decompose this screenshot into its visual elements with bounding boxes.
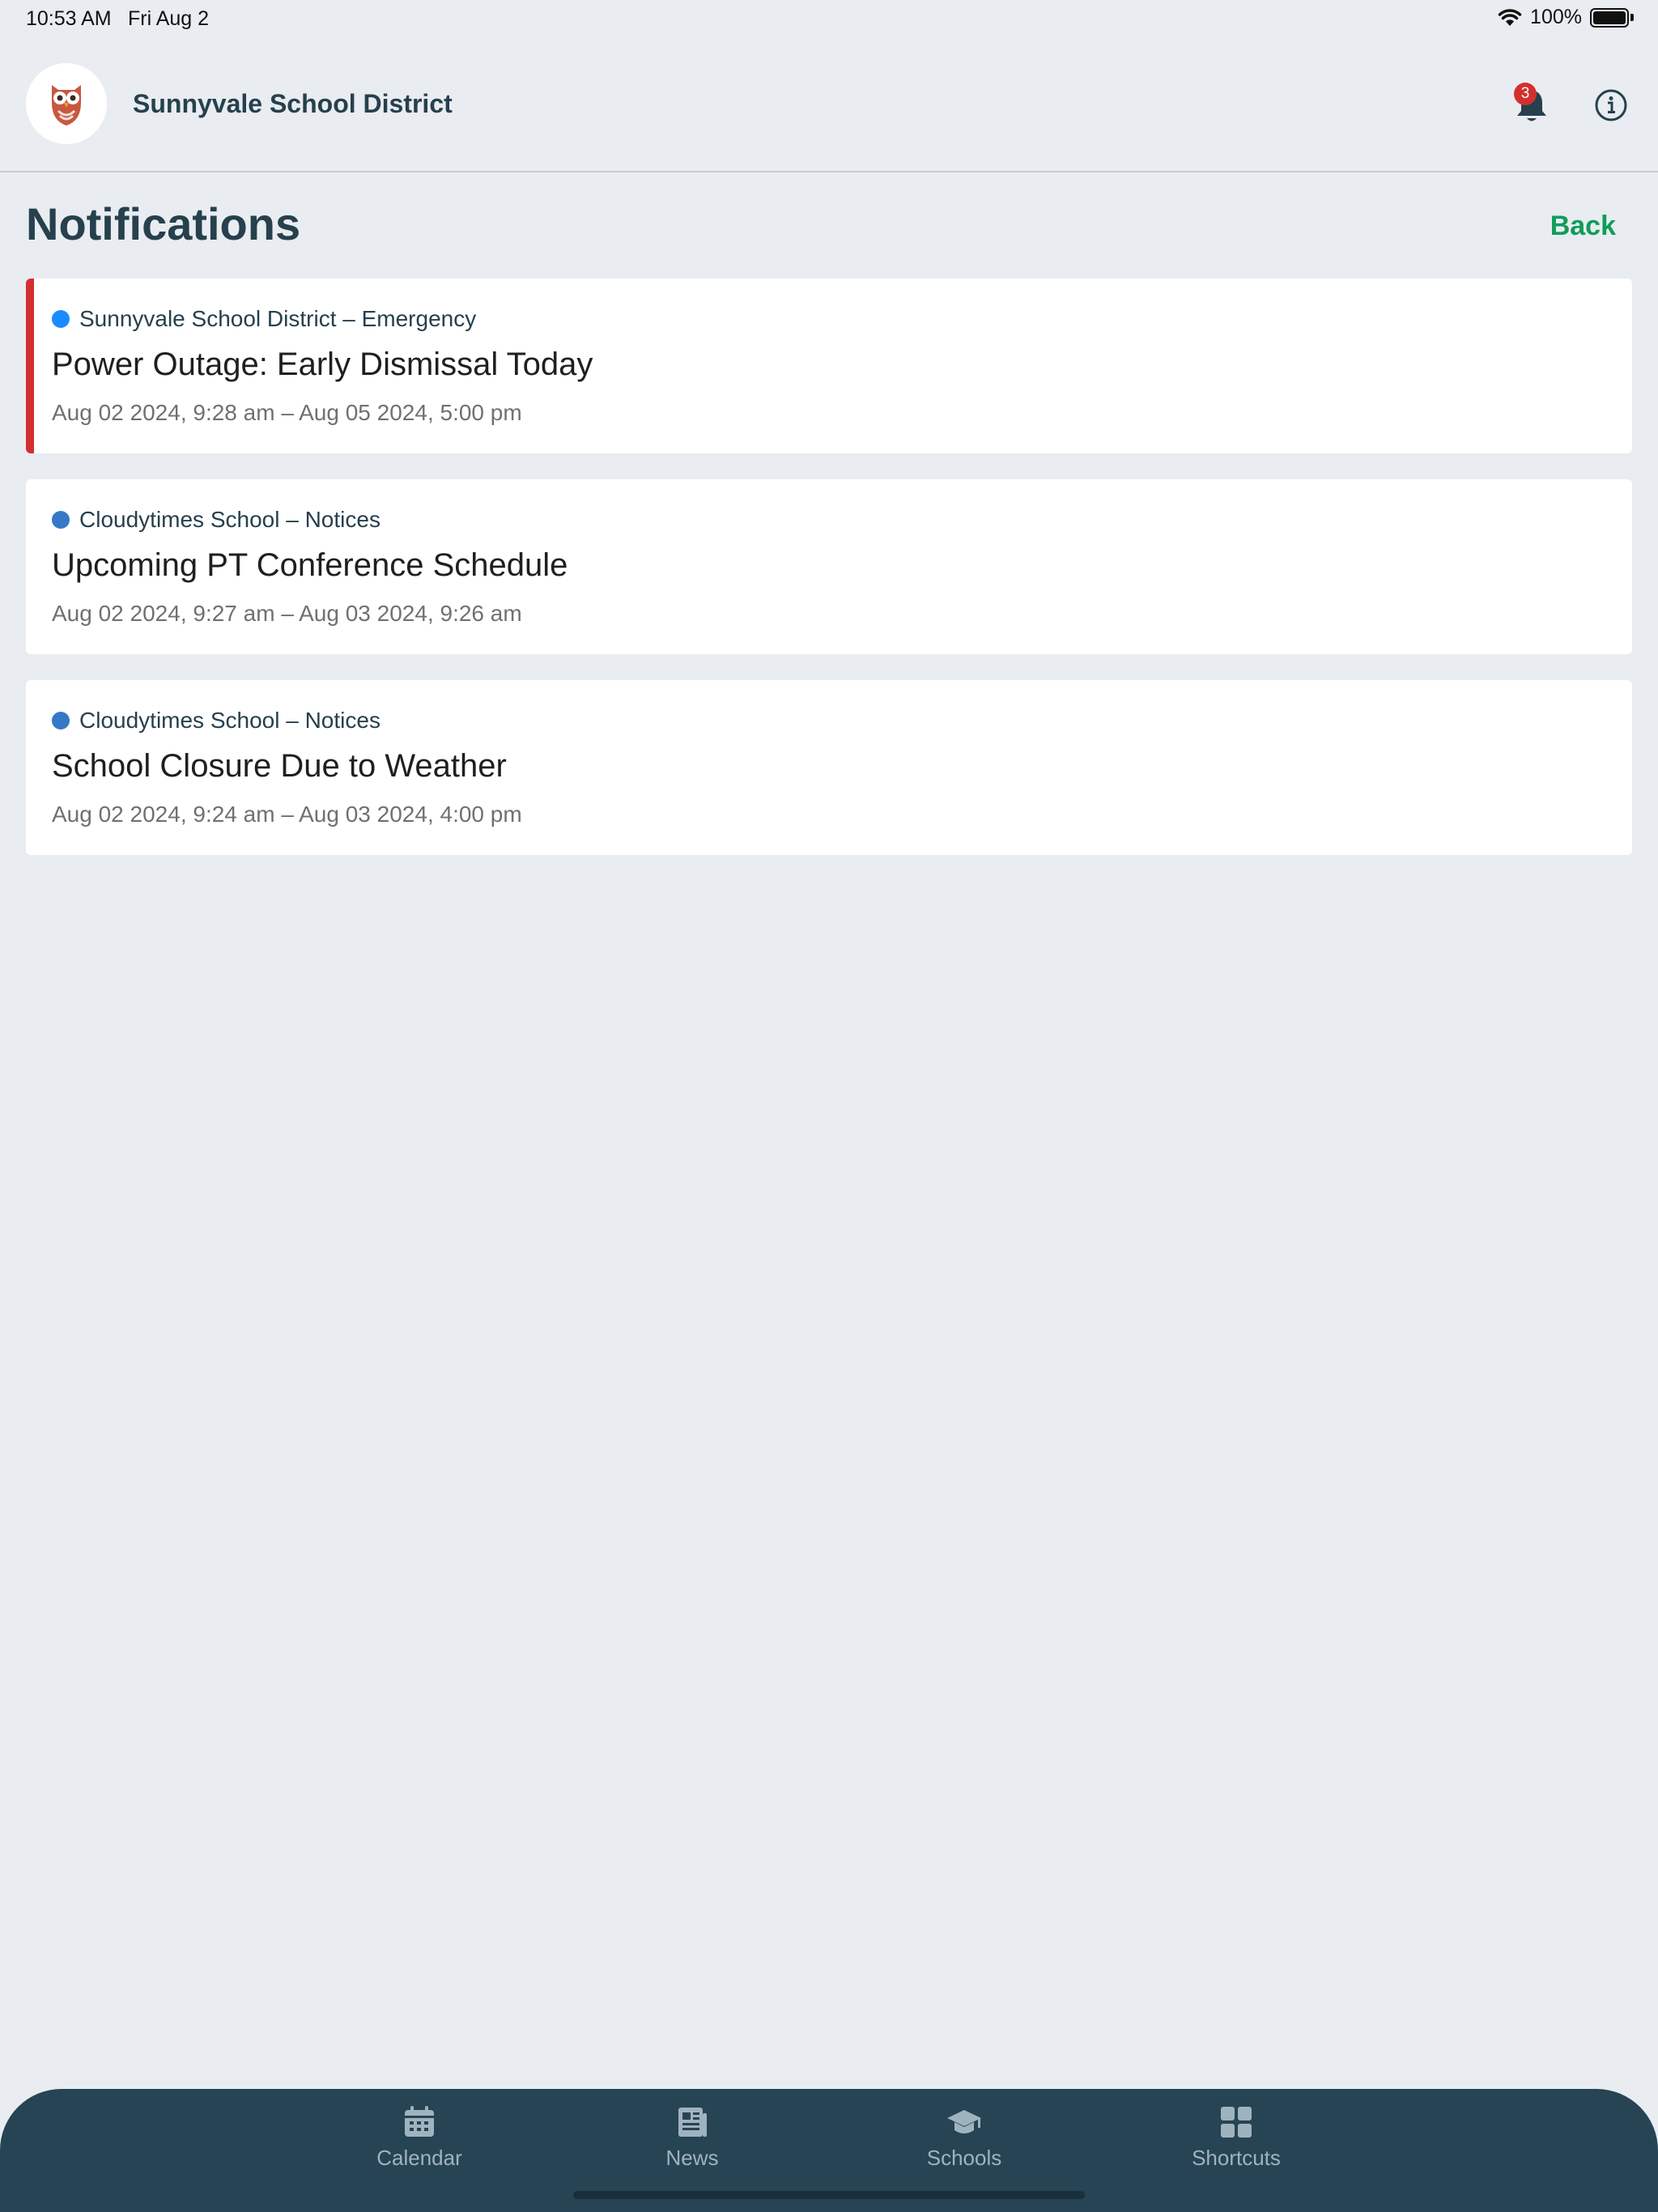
notification-source: Sunnyvale School District – Emergency <box>52 306 476 332</box>
tab-news-label: News <box>665 2146 719 2170</box>
grid-icon <box>1221 2107 1252 2138</box>
tab-schools[interactable]: Schools <box>883 2104 1045 2171</box>
notification-title: Power Outage: Early Dismissal Today <box>52 347 593 382</box>
unread-dot-icon <box>52 511 70 529</box>
notification-card[interactable]: Cloudytimes School – Notices School Clos… <box>26 680 1632 855</box>
notification-list: Sunnyvale School District – Emergency Po… <box>26 279 1632 881</box>
newspaper-icon <box>678 2108 707 2137</box>
notification-time-range: Aug 02 2024, 9:24 am – Aug 03 2024, 4:00… <box>52 802 522 827</box>
back-button[interactable]: Back <box>1550 211 1616 242</box>
calendar-icon <box>405 2106 434 2137</box>
notification-source-label: Cloudytimes School – Notices <box>79 507 380 532</box>
tab-calendar[interactable]: Calendar <box>338 2104 500 2171</box>
notification-title: School Closure Due to Weather <box>52 748 507 784</box>
graduation-cap-icon <box>947 2110 981 2133</box>
owl-logo-icon <box>52 85 81 125</box>
battery-icon <box>1590 7 1629 28</box>
unread-dot-icon <box>52 712 70 730</box>
notification-source: Cloudytimes School – Notices <box>52 708 380 734</box>
district-logo[interactable] <box>26 63 107 144</box>
notification-time-range: Aug 02 2024, 9:27 am – Aug 03 2024, 9:26… <box>52 601 522 626</box>
page-title: Notifications <box>26 198 301 249</box>
notification-time-range: Aug 02 2024, 9:28 am – Aug 05 2024, 5:00… <box>52 400 522 425</box>
status-time: 10:53 AM <box>26 7 112 30</box>
notification-title: Upcoming PT Conference Schedule <box>52 547 568 583</box>
notification-source: Cloudytimes School – Notices <box>52 507 380 533</box>
notification-source-label: Sunnyvale School District – Emergency <box>79 306 477 331</box>
notification-count-badge: 3 <box>1514 83 1537 105</box>
notification-card[interactable]: Cloudytimes School – Notices Upcoming PT… <box>26 479 1632 654</box>
unread-dot-icon <box>52 310 70 328</box>
status-bar: 10:53 AM Fri Aug 2 100% <box>0 0 1658 39</box>
battery-percent: 100% <box>1530 6 1582 28</box>
notification-card[interactable]: Sunnyvale School District – Emergency Po… <box>26 279 1632 453</box>
tab-schools-label: Schools <box>926 2146 1002 2170</box>
app-header: Sunnyvale School District 3 <box>0 39 1658 172</box>
home-indicator[interactable] <box>573 2191 1085 2199</box>
notifications-button[interactable]: 3 <box>1509 83 1554 128</box>
status-date: Fri Aug 2 <box>128 7 210 30</box>
tab-news[interactable]: News <box>611 2104 773 2171</box>
tab-shortcuts[interactable]: Shortcuts <box>1155 2104 1317 2171</box>
tab-shortcuts-label: Shortcuts <box>1192 2146 1281 2170</box>
tab-calendar-label: Calendar <box>376 2146 462 2170</box>
district-name: Sunnyvale School District <box>133 89 453 118</box>
status-right: 100% <box>1498 6 1634 29</box>
wifi-icon <box>1498 8 1522 26</box>
notification-source-label: Cloudytimes School – Notices <box>79 708 380 733</box>
info-icon[interactable] <box>1593 87 1629 123</box>
